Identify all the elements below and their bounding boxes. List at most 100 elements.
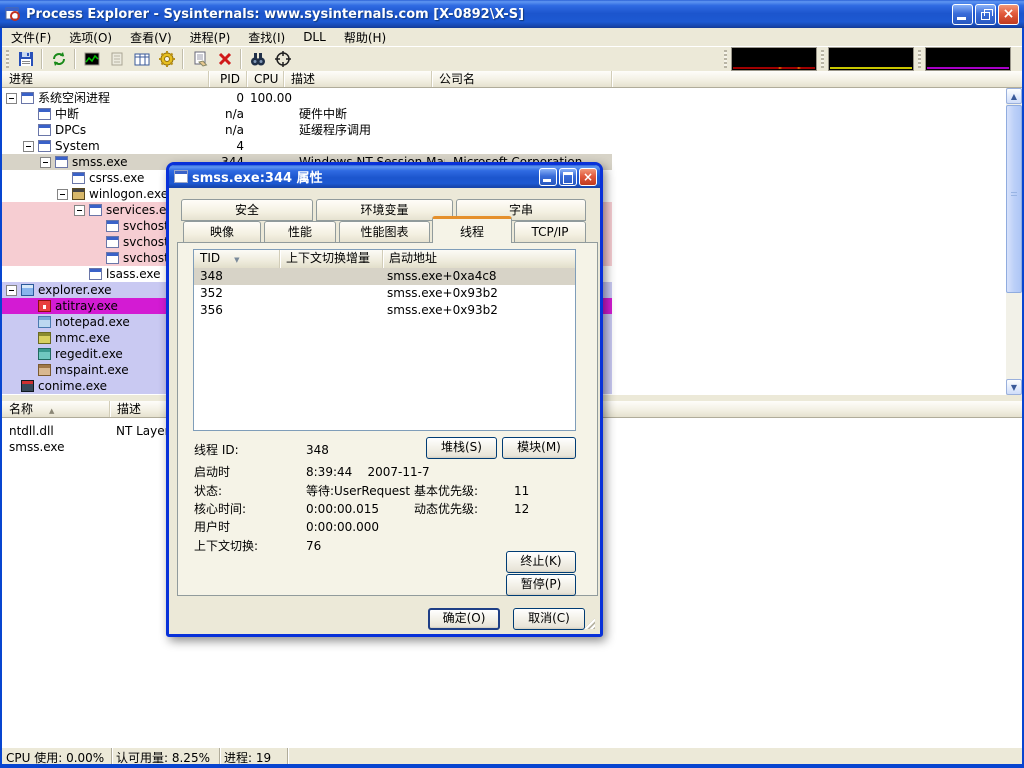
menu-help[interactable]: 帮助(H)	[335, 28, 395, 47]
column-header-tid[interactable]: TID▼	[194, 250, 280, 268]
process-row[interactable]: 中断 n/a 硬件中断	[2, 106, 612, 122]
tab-threads[interactable]: 线程	[432, 216, 512, 243]
suspend-thread-button[interactable]: 暂停(P)	[506, 574, 576, 596]
process-cpu	[250, 138, 293, 154]
tab-image[interactable]: 映像	[183, 221, 261, 243]
dialog-title: smss.exe:344 属性	[192, 167, 323, 186]
commit-graph[interactable]	[828, 47, 914, 71]
menu-file[interactable]: 文件(F)	[2, 28, 60, 47]
toolbar-separator	[182, 49, 184, 69]
process-name: conime.exe	[38, 378, 107, 394]
thread-start-address: smss.exe+0x93b2	[383, 285, 575, 302]
dll-name: smss.exe	[2, 439, 110, 455]
conime-icon	[21, 380, 34, 392]
thread-list: TID▼ 上下文切换增量 启动地址 348 smss.exe+0xa4c8 35…	[193, 249, 576, 431]
window-icon	[38, 140, 51, 152]
find-button[interactable]	[245, 48, 270, 70]
minimize-button[interactable]	[952, 4, 973, 25]
resize-grip[interactable]	[584, 618, 595, 629]
scroll-down-button[interactable]: ▼	[1006, 379, 1022, 395]
process-name: mmc.exe	[55, 330, 110, 346]
dialog-close-button[interactable]: ×	[579, 168, 597, 186]
process-tree-icon	[108, 50, 126, 68]
column-header-cswitch-delta[interactable]: 上下文切换增量	[280, 250, 383, 268]
restore-button[interactable]	[975, 4, 996, 25]
window-icon	[106, 236, 119, 248]
process-cpu	[250, 122, 293, 138]
menu-find[interactable]: 查找(I)	[239, 28, 294, 47]
process-description	[293, 90, 445, 106]
find-window-icon	[274, 50, 292, 68]
column-header-name[interactable]: 名称▲	[2, 401, 110, 417]
process-name: 中断	[55, 106, 79, 122]
tree-collapse-toggle[interactable]	[74, 205, 85, 216]
dialog-maximize-button[interactable]	[559, 168, 577, 186]
kill-thread-button[interactable]: 终止(K)	[506, 551, 576, 573]
system-information-button[interactable]	[79, 48, 104, 70]
toolbar-grip[interactable]	[6, 50, 9, 68]
tree-collapse-toggle[interactable]	[6, 285, 17, 296]
properties-button[interactable]	[187, 48, 212, 70]
kill-process-button[interactable]	[212, 48, 237, 70]
menu-options[interactable]: 选项(O)	[60, 28, 121, 47]
thread-row[interactable]: 356 smss.exe+0x93b2	[194, 302, 575, 319]
toolbar-grip[interactable]	[918, 50, 921, 68]
column-header-company[interactable]: 公司名	[432, 71, 612, 87]
save-button[interactable]	[13, 48, 38, 70]
io-graph[interactable]	[925, 47, 1011, 71]
module-button[interactable]: 模块(M)	[502, 437, 576, 459]
tab-security[interactable]: 安全	[181, 199, 313, 221]
options-button[interactable]	[154, 48, 179, 70]
thread-row-selected[interactable]: 348 smss.exe+0xa4c8	[194, 268, 575, 285]
process-row[interactable]: System 4	[2, 138, 612, 154]
close-button[interactable]: ×	[998, 4, 1019, 25]
select-columns-button[interactable]	[129, 48, 154, 70]
process-row[interactable]: 系统空闲进程 0 100.00	[2, 90, 612, 106]
find-window-button[interactable]	[270, 48, 295, 70]
kill-process-icon	[216, 50, 234, 68]
menu-view[interactable]: 查看(V)	[121, 28, 181, 47]
column-header-start-address[interactable]: 启动地址	[383, 250, 575, 268]
tab-tcpip[interactable]: TCP/IP	[514, 221, 586, 243]
vertical-scrollbar[interactable]: ▲ ▼	[1006, 88, 1022, 395]
column-header-process[interactable]: 进程	[2, 71, 209, 87]
process-list-header: 进程 PID CPU 描述 公司名	[2, 71, 1022, 88]
start-time-value: 8:39:44 2007-11-7	[306, 465, 430, 480]
cpu-usage-graph[interactable]	[731, 47, 817, 71]
column-header-pid[interactable]: PID	[209, 71, 247, 87]
column-header-cpu[interactable]: CPU	[247, 71, 284, 87]
status-bar: CPU 使用: 0.00% 认可用量: 8.25% 进程: 19	[2, 747, 1022, 764]
thread-start-address: smss.exe+0x93b2	[383, 302, 575, 319]
tree-collapse-toggle[interactable]	[40, 157, 51, 168]
process-name: explorer.exe	[38, 282, 112, 298]
tree-collapse-toggle[interactable]	[23, 141, 34, 152]
thread-row[interactable]: 352 smss.exe+0x93b2	[194, 285, 575, 302]
scrollbar-thumb[interactable]	[1006, 105, 1022, 293]
toolbar-grip[interactable]	[724, 50, 727, 68]
process-name: DPCs	[55, 122, 86, 138]
toolbar	[2, 46, 1022, 71]
cancel-button[interactable]: 取消(C)	[513, 608, 585, 630]
stack-button[interactable]: 堆栈(S)	[426, 437, 497, 459]
process-pid: n/a	[209, 106, 250, 122]
menu-process[interactable]: 进程(P)	[181, 28, 240, 47]
refresh-button[interactable]	[46, 48, 71, 70]
toolbar-separator	[74, 49, 76, 69]
tab-performance[interactable]: 性能	[264, 221, 336, 243]
process-row[interactable]: DPCs n/a 延缓程序调用	[2, 122, 612, 138]
tree-collapse-toggle[interactable]	[57, 189, 68, 200]
process-tree-button[interactable]	[104, 48, 129, 70]
sort-ascending-icon: ▲	[49, 407, 54, 415]
save-icon	[17, 50, 35, 68]
column-header-description[interactable]: 描述	[284, 71, 432, 87]
process-cpu: 100.00	[250, 90, 293, 106]
scroll-up-button[interactable]: ▲	[1006, 88, 1022, 104]
tree-collapse-toggle[interactable]	[6, 93, 17, 104]
dialog-minimize-button[interactable]	[539, 168, 557, 186]
start-time-label: 启动时	[194, 465, 230, 480]
toolbar-grip[interactable]	[821, 50, 824, 68]
process-name: csrss.exe	[89, 170, 144, 186]
menu-dll[interactable]: DLL	[294, 29, 335, 45]
tab-performance-graph[interactable]: 性能图表	[339, 221, 430, 243]
ok-button[interactable]: 确定(O)	[428, 608, 500, 630]
